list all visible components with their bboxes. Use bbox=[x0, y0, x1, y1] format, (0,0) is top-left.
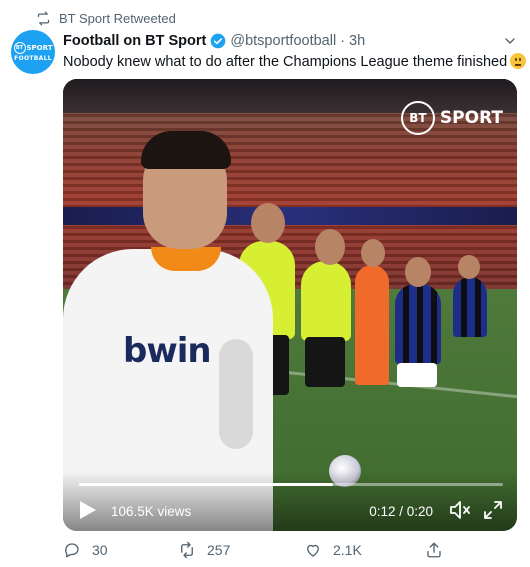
atalanta-player-head-2 bbox=[458, 255, 480, 279]
assistant-referee-head bbox=[315, 229, 345, 265]
header-separator: · bbox=[340, 33, 346, 49]
fullscreen-icon[interactable] bbox=[483, 500, 503, 520]
atalanta-player-head bbox=[405, 257, 431, 287]
heart-icon bbox=[307, 544, 319, 557]
retweeted-by[interactable]: BT Sport Retweeted bbox=[36, 9, 176, 27]
stadium-adboard bbox=[63, 207, 517, 225]
atalanta-player-shorts bbox=[397, 363, 437, 387]
atalanta-player-figure-2 bbox=[453, 277, 487, 337]
retweet-icon bbox=[181, 541, 193, 559]
assistant-referee-shorts bbox=[305, 337, 345, 387]
avatar-bt-badge: BT bbox=[13, 41, 26, 54]
like-button[interactable]: 2.1K bbox=[304, 541, 362, 559]
assistant-referee-figure bbox=[301, 261, 351, 341]
retweet-button[interactable]: 257 bbox=[178, 541, 230, 559]
video-player[interactable]: bwin BT SPORT 106.5K views 0:12 / 0:20 bbox=[63, 79, 517, 531]
verified-badge-icon bbox=[211, 33, 226, 49]
bt-logo-text: SPORT bbox=[439, 108, 503, 128]
shirt-sponsor-text: bwin bbox=[123, 331, 212, 371]
volume-muted-icon[interactable] bbox=[449, 499, 473, 521]
share-icon bbox=[427, 542, 441, 558]
tweet-text: Nobody knew what to do after the Champio… bbox=[63, 53, 527, 70]
tweet-header: Football on BT Sport @btsportfootball · … bbox=[63, 33, 365, 49]
video-progress-bar[interactable] bbox=[79, 483, 503, 486]
avatar-line2: FOOTBALL bbox=[14, 54, 52, 62]
referee-head bbox=[251, 203, 285, 243]
share-button[interactable] bbox=[425, 541, 443, 559]
author-handle[interactable]: @btsportfootball bbox=[230, 33, 336, 49]
video-timecode: 0:12 / 0:20 bbox=[369, 504, 433, 519]
avatar[interactable]: BT SPORT FOOTBALL bbox=[11, 30, 55, 74]
play-icon[interactable] bbox=[79, 500, 97, 520]
bt-logo-ring: BT bbox=[400, 101, 435, 135]
chevron-down-icon[interactable] bbox=[502, 33, 518, 49]
tweet-timestamp[interactable]: 3h bbox=[349, 33, 365, 49]
reply-count: 30 bbox=[92, 542, 108, 558]
valencia-player-hair bbox=[141, 131, 231, 169]
view-count: 106.5K views bbox=[111, 504, 192, 519]
keeper-head bbox=[361, 239, 385, 267]
video-progress-fill bbox=[79, 483, 334, 486]
author-name[interactable]: Football on BT Sport bbox=[63, 33, 206, 49]
retweeted-by-label: BT Sport Retweeted bbox=[59, 10, 176, 26]
neutral-face-emoji-icon bbox=[510, 53, 527, 69]
reply-button[interactable]: 30 bbox=[63, 541, 108, 559]
atalanta-player-figure bbox=[395, 284, 441, 364]
avatar-line1: SPORT bbox=[26, 43, 53, 52]
tweet-actions: 30 257 2.1K bbox=[63, 538, 463, 562]
keeper-figure bbox=[355, 265, 389, 385]
tweet-text-content: Nobody knew what to do after the Champio… bbox=[63, 54, 508, 70]
reply-icon bbox=[65, 543, 79, 558]
retweet-icon bbox=[37, 11, 50, 25]
like-count: 2.1K bbox=[333, 542, 362, 558]
retweet-count: 257 bbox=[207, 542, 231, 558]
bt-sport-watermark: BT SPORT bbox=[400, 101, 503, 135]
